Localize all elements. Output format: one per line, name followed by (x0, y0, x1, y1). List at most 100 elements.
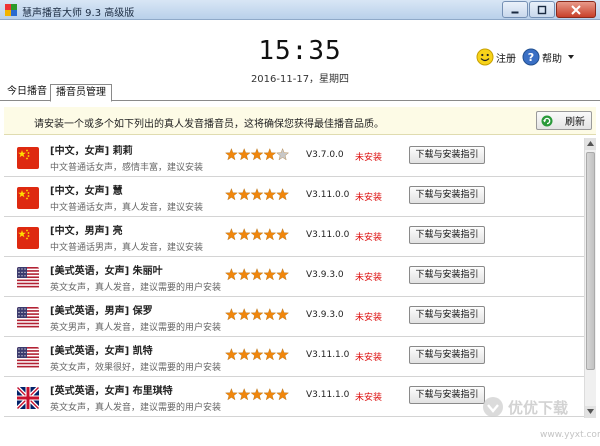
announcer-row: [中文，男声] 亮中文普通话男声，真人发音，建议安装 V3.11.0.0 未安装 下载… (4, 218, 584, 257)
close-icon (571, 4, 581, 15)
rating-star-icon (250, 148, 264, 161)
rating-star-icon (250, 228, 264, 241)
announcer-description: 中文普通话女声，感情丰富，建议安装 (50, 163, 204, 173)
rating-star-icon (250, 388, 264, 401)
title-bar: 慧声播音大师 9.3 高级版 (0, 0, 600, 20)
rating-stars (225, 388, 289, 401)
rating-stars (225, 188, 289, 201)
announcer-description: 中文普通话男声，真人发音，建议安装 (50, 243, 204, 253)
announcer-row: [美式英语，女声] 朱丽叶 英文女声，真人发音，建议需要的用户安装 V3.9.3.0… (4, 258, 584, 297)
download-guide-button[interactable]: 下载与安装指引 (409, 146, 485, 164)
announcer-name: [中文，男声] 亮 (50, 226, 123, 237)
tab-announcer-management[interactable]: 播音员管理 (50, 84, 112, 102)
clock-date: 2016-11-17，星期四 (250, 74, 350, 85)
announcer-name: [美式英语，女声] 朱丽叶 (50, 266, 163, 277)
install-status: 未安装 (355, 353, 383, 363)
rating-star-icon (263, 308, 277, 321)
smiley-icon (476, 48, 494, 66)
rating-star-icon (237, 268, 251, 281)
download-guide-button[interactable]: 下载与安装指引 (409, 226, 485, 244)
list-scrollbar[interactable] (584, 138, 596, 418)
tab-bar: 今日播音 播音员管理 (0, 84, 600, 102)
announcer-version: V3.11.0.0 (306, 190, 350, 200)
help-label: 帮助 (542, 53, 562, 65)
rating-star-icon (263, 228, 277, 241)
rating-star-icon (276, 188, 289, 201)
rating-star-icon (237, 188, 251, 201)
close-button[interactable] (556, 1, 596, 18)
rating-star-icon (276, 388, 289, 401)
announcer-version: V3.11.1.0 (306, 350, 350, 360)
uk-flag-icon (17, 387, 39, 409)
download-guide-button[interactable]: 下载与安装指引 (409, 386, 485, 404)
watermark-text: 优优下载 (508, 398, 569, 417)
register-link[interactable]: 注册 (476, 48, 516, 66)
rating-star-icon (225, 148, 238, 161)
rating-star-icon (250, 188, 264, 201)
minimize-button[interactable] (502, 1, 528, 18)
install-status: 未安装 (355, 193, 383, 203)
install-status: 未安装 (355, 153, 383, 163)
rating-star-icon (237, 388, 251, 401)
maximize-button[interactable] (529, 1, 555, 18)
announcer-name: [英式英语，女声] 布里琪特 (50, 386, 173, 397)
install-status: 未安装 (355, 393, 383, 403)
cn-flag-icon (17, 187, 39, 209)
watermark-logo-icon (483, 397, 503, 417)
announcer-row: [中文，女声] 慧中文普通话女声，真人发音，建议安装 V3.11.0.0 未安装 下载… (4, 178, 584, 217)
download-guide-button[interactable]: 下载与安装指引 (409, 306, 485, 324)
cn-flag-icon (17, 147, 39, 169)
notice-text: 请安装一个或多个如下列出的真人发音播音员，这将确保您获得最佳播音品质。 (34, 119, 384, 130)
announcer-version: V3.9.3.0 (306, 310, 344, 320)
rating-star-icon (276, 148, 289, 161)
rating-star-icon (263, 268, 277, 281)
us-flag-icon (17, 307, 39, 329)
rating-star-icon (250, 348, 264, 361)
rating-star-icon (263, 148, 277, 161)
rating-stars (225, 268, 289, 281)
rating-star-icon (237, 228, 251, 241)
app-logo-icon (4, 3, 18, 17)
rating-stars (225, 348, 289, 361)
rating-star-icon (276, 268, 289, 281)
site-watermark: 优优下载 (482, 396, 568, 418)
scroll-thumb[interactable] (586, 152, 595, 370)
scroll-down-button[interactable] (585, 406, 596, 418)
svg-text:?: ? (528, 51, 534, 64)
announcer-list: [中文，女声] 莉莉 中文普通话女声，感情丰富，建议安装 V3.7.0.0 未安装 下载… (4, 138, 584, 418)
announcer-name: [美式英语，女声] 凯特 (50, 346, 153, 357)
maximize-icon (537, 5, 547, 14)
download-guide-button[interactable]: 下载与安装指引 (409, 266, 485, 284)
window-title: 慧声播音大师 9.3 高级版 (22, 8, 135, 19)
refresh-button[interactable]: 刷新 (536, 111, 592, 130)
rating-star-icon (263, 348, 277, 361)
minimize-icon (511, 11, 519, 13)
refresh-icon (541, 115, 553, 126)
rating-star-icon (225, 348, 238, 361)
install-status: 未安装 (355, 313, 383, 323)
download-guide-button[interactable]: 下载与安装指引 (409, 186, 485, 204)
download-guide-button[interactable]: 下载与安装指引 (409, 346, 485, 364)
window-controls (501, 1, 596, 18)
watermark-url: www.yyxt.com (540, 430, 600, 440)
announcer-description: 英文女声，真人发音，建议需要的用户安装 (50, 283, 222, 293)
announcer-version: V3.11.0.0 (306, 230, 350, 240)
announcer-name: [中文，女声] 慧 (50, 186, 123, 197)
rating-star-icon (276, 308, 289, 321)
rating-star-icon (276, 228, 289, 241)
help-menu[interactable]: ? 帮助 (522, 48, 574, 66)
announcer-name: [美式英语，男声] 保罗 (50, 306, 153, 317)
tab-today-broadcast[interactable]: 今日播音 (2, 84, 52, 101)
scroll-up-button[interactable] (585, 138, 596, 150)
cn-flag-icon (17, 227, 39, 249)
chevron-down-icon (568, 55, 574, 59)
rating-stars (225, 228, 289, 241)
announcer-row: [美式英语，女声] 凯特 英文女声，效果很好，建议需要的用户安装 V3.11.1.0… (4, 338, 584, 377)
rating-star-icon (250, 308, 264, 321)
announcer-row: [美式英语，男声] 保罗 英文男声，真人发音，建议需要的用户安装 V3.9.3.0 未… (4, 298, 584, 337)
announcer-description: 中文普通话女声，真人发音，建议安装 (50, 203, 204, 213)
install-status: 未安装 (355, 273, 383, 283)
refresh-label: 刷新 (565, 117, 585, 128)
us-flag-icon (17, 347, 39, 369)
install-notice: 请安装一个或多个如下列出的真人发音播音员，这将确保您获得最佳播音品质。 刷新 (4, 107, 596, 135)
